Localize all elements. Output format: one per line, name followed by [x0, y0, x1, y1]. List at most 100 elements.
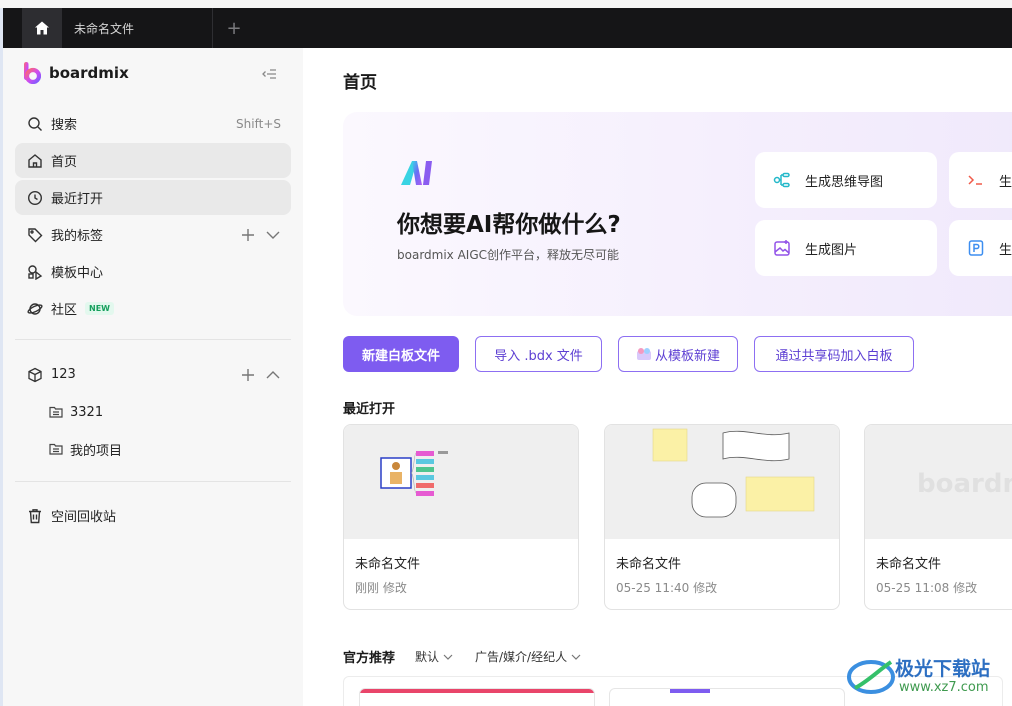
file-name: 未命名文件 — [876, 557, 942, 572]
sort-filter-dropdown[interactable]: 默认 — [415, 648, 453, 665]
brand-name: boardmix — [49, 64, 129, 82]
code-icon — [968, 175, 982, 185]
file-thumbnail — [344, 425, 578, 539]
sidebar-item-home[interactable]: 首页 — [15, 143, 291, 178]
chevron-down-icon — [571, 654, 581, 660]
search-shortcut: Shift+S — [236, 116, 281, 131]
file-tab[interactable]: 未命名文件 — [62, 8, 213, 48]
recommend-template-card[interactable] — [359, 688, 595, 706]
recommend-section-title: 官方推荐 — [343, 651, 396, 666]
recommend-template-card[interactable] — [609, 688, 845, 706]
tag-icon — [28, 227, 43, 242]
file-thumbnail: boardmi — [865, 425, 1012, 539]
hero-title: 你想要AI帮你做什么? — [397, 212, 621, 238]
watermark-text: 极光下载站 — [895, 658, 991, 680]
sidebar-item-label: 首页 — [51, 155, 78, 170]
file-name: 未命名文件 — [355, 557, 421, 572]
watermark-url: www.xz7.com — [899, 680, 989, 695]
from-template-button[interactable]: 从模板新建 — [618, 336, 738, 372]
file-modified-time: 刚刚 修改 — [355, 581, 407, 595]
new-badge: NEW — [85, 302, 114, 315]
page-title: 首页 — [343, 73, 377, 93]
sidebar-item-tags[interactable]: 我的标签 — [15, 217, 291, 252]
ai-image-card[interactable]: 生成图片 — [755, 220, 937, 276]
sidebar-item-label: 搜索 — [51, 118, 78, 133]
folder-icon — [49, 406, 63, 418]
ai-card-label: 生 — [999, 174, 1012, 190]
sidebar: boardmix 搜索 Shift+S 首页 最近打开 我的标签 模板中心 社区… — [3, 48, 303, 706]
collapse-sidebar-button[interactable] — [261, 66, 277, 82]
home-tab[interactable] — [22, 8, 62, 48]
sidebar-item-trash[interactable]: 空间回收站 — [15, 498, 291, 533]
watermark-logo-icon — [847, 660, 895, 694]
clock-icon — [27, 190, 43, 205]
sidebar-item-label: 我的标签 — [51, 229, 104, 244]
hero-subtitle: boardmix AIGC创作平台，释放无尽可能 — [397, 248, 620, 262]
join-by-code-button[interactable]: 通过共享码加入白板 — [754, 336, 914, 372]
ai-mindmap-card[interactable]: 生成思维导图 — [755, 152, 937, 208]
sidebar-item-folder-my-projects[interactable]: 我的项目 — [49, 432, 122, 466]
sidebar-item-folder-3321[interactable]: 3321 — [49, 395, 103, 429]
recent-file-card[interactable]: 未命名文件 05-25 11:40 修改 — [604, 424, 840, 610]
sidebar-item-templates[interactable]: 模板中心 — [15, 254, 291, 289]
category-filter-label: 广告/媒介/经纪人 — [475, 650, 568, 664]
recent-file-card[interactable]: 未命名文件 刚刚 修改 — [343, 424, 579, 610]
sidebar-item-search[interactable]: 搜索 Shift+S — [15, 106, 291, 141]
file-tab-title: 未命名文件 — [74, 21, 135, 36]
new-board-button[interactable]: 新建白板文件 — [343, 336, 459, 372]
main-content: 首页 你想要AI帮你做什么? boardmix AIGC创作平台，释放无尽可能 … — [303, 48, 1012, 706]
home-outline-icon — [28, 153, 42, 168]
mindmap-thumbnail-graphic — [380, 451, 448, 496]
chevron-down-icon[interactable] — [265, 228, 281, 242]
plus-icon: + — [226, 17, 242, 39]
add-tab-button[interactable]: + — [224, 8, 244, 48]
sidebar-item-label: 模板中心 — [51, 266, 104, 281]
ppt-icon — [968, 240, 984, 256]
sort-filter-label: 默认 — [415, 650, 440, 664]
import-bdx-button[interactable]: 导入 .bdx 文件 — [475, 336, 602, 372]
app-window: 未命名文件 + boardmix 搜索 Shift+S 首页 最近打开 我的标签… — [0, 0, 1012, 706]
home-icon — [35, 21, 49, 35]
chevron-down-icon — [443, 654, 453, 660]
thumbnail-placeholder-text: boardmi — [917, 469, 1012, 499]
folder-label: 我的项目 — [70, 443, 123, 459]
button-label: 新建白板文件 — [361, 348, 440, 364]
mindmap-icon — [773, 172, 790, 188]
file-thumbnail — [605, 425, 839, 539]
recent-file-card[interactable]: boardmi 未命名文件 05-25 11:08 修改 — [864, 424, 1012, 610]
file-name: 未命名文件 — [616, 557, 682, 572]
sidebar-item-team[interactable]: 123 — [15, 357, 291, 392]
whiteboard-thumbnail-graphic — [652, 428, 815, 518]
category-filter-dropdown[interactable]: 广告/媒介/经纪人 — [475, 648, 581, 665]
brand-logo[interactable]: boardmix — [23, 62, 129, 84]
recent-section-title: 最近打开 — [343, 402, 396, 417]
chevron-up-icon[interactable] — [265, 368, 281, 382]
ai-code-card[interactable]: 生 — [949, 152, 1012, 208]
ai-ppt-card[interactable]: 生 — [949, 220, 1012, 276]
trash-icon — [29, 508, 41, 523]
sidebar-item-recent[interactable]: 最近打开 — [15, 180, 291, 215]
sidebar-divider — [15, 339, 291, 340]
ai-hero-banner: 你想要AI帮你做什么? boardmix AIGC创作平台，释放无尽可能 生成思… — [343, 112, 1012, 316]
ai-card-label: 生 — [999, 242, 1012, 258]
planet-icon — [27, 302, 43, 315]
image-icon — [774, 240, 790, 256]
add-project-icon[interactable] — [241, 368, 255, 382]
sidebar-divider — [15, 481, 291, 482]
folder-icon — [49, 443, 63, 455]
sidebar-item-label: 社区 — [51, 303, 78, 318]
ai-logo-icon — [401, 161, 432, 185]
button-label: 通过共享码加入白板 — [775, 348, 893, 364]
ai-card-label: 生成思维导图 — [805, 174, 884, 190]
add-tag-icon[interactable] — [241, 228, 255, 242]
template-preview-strip — [670, 689, 710, 693]
sidebar-item-community[interactable]: 社区 NEW — [15, 291, 291, 326]
sidebar-item-label: 空间回收站 — [51, 510, 117, 525]
file-modified-time: 05-25 11:40 修改 — [616, 581, 718, 595]
template-preview-strip — [360, 689, 594, 693]
search-icon — [28, 116, 42, 131]
folder-label: 3321 — [70, 404, 104, 420]
template-gift-icon — [636, 348, 651, 360]
desktop-top-strip — [0, 0, 1012, 8]
team-name: 123 — [51, 367, 76, 382]
